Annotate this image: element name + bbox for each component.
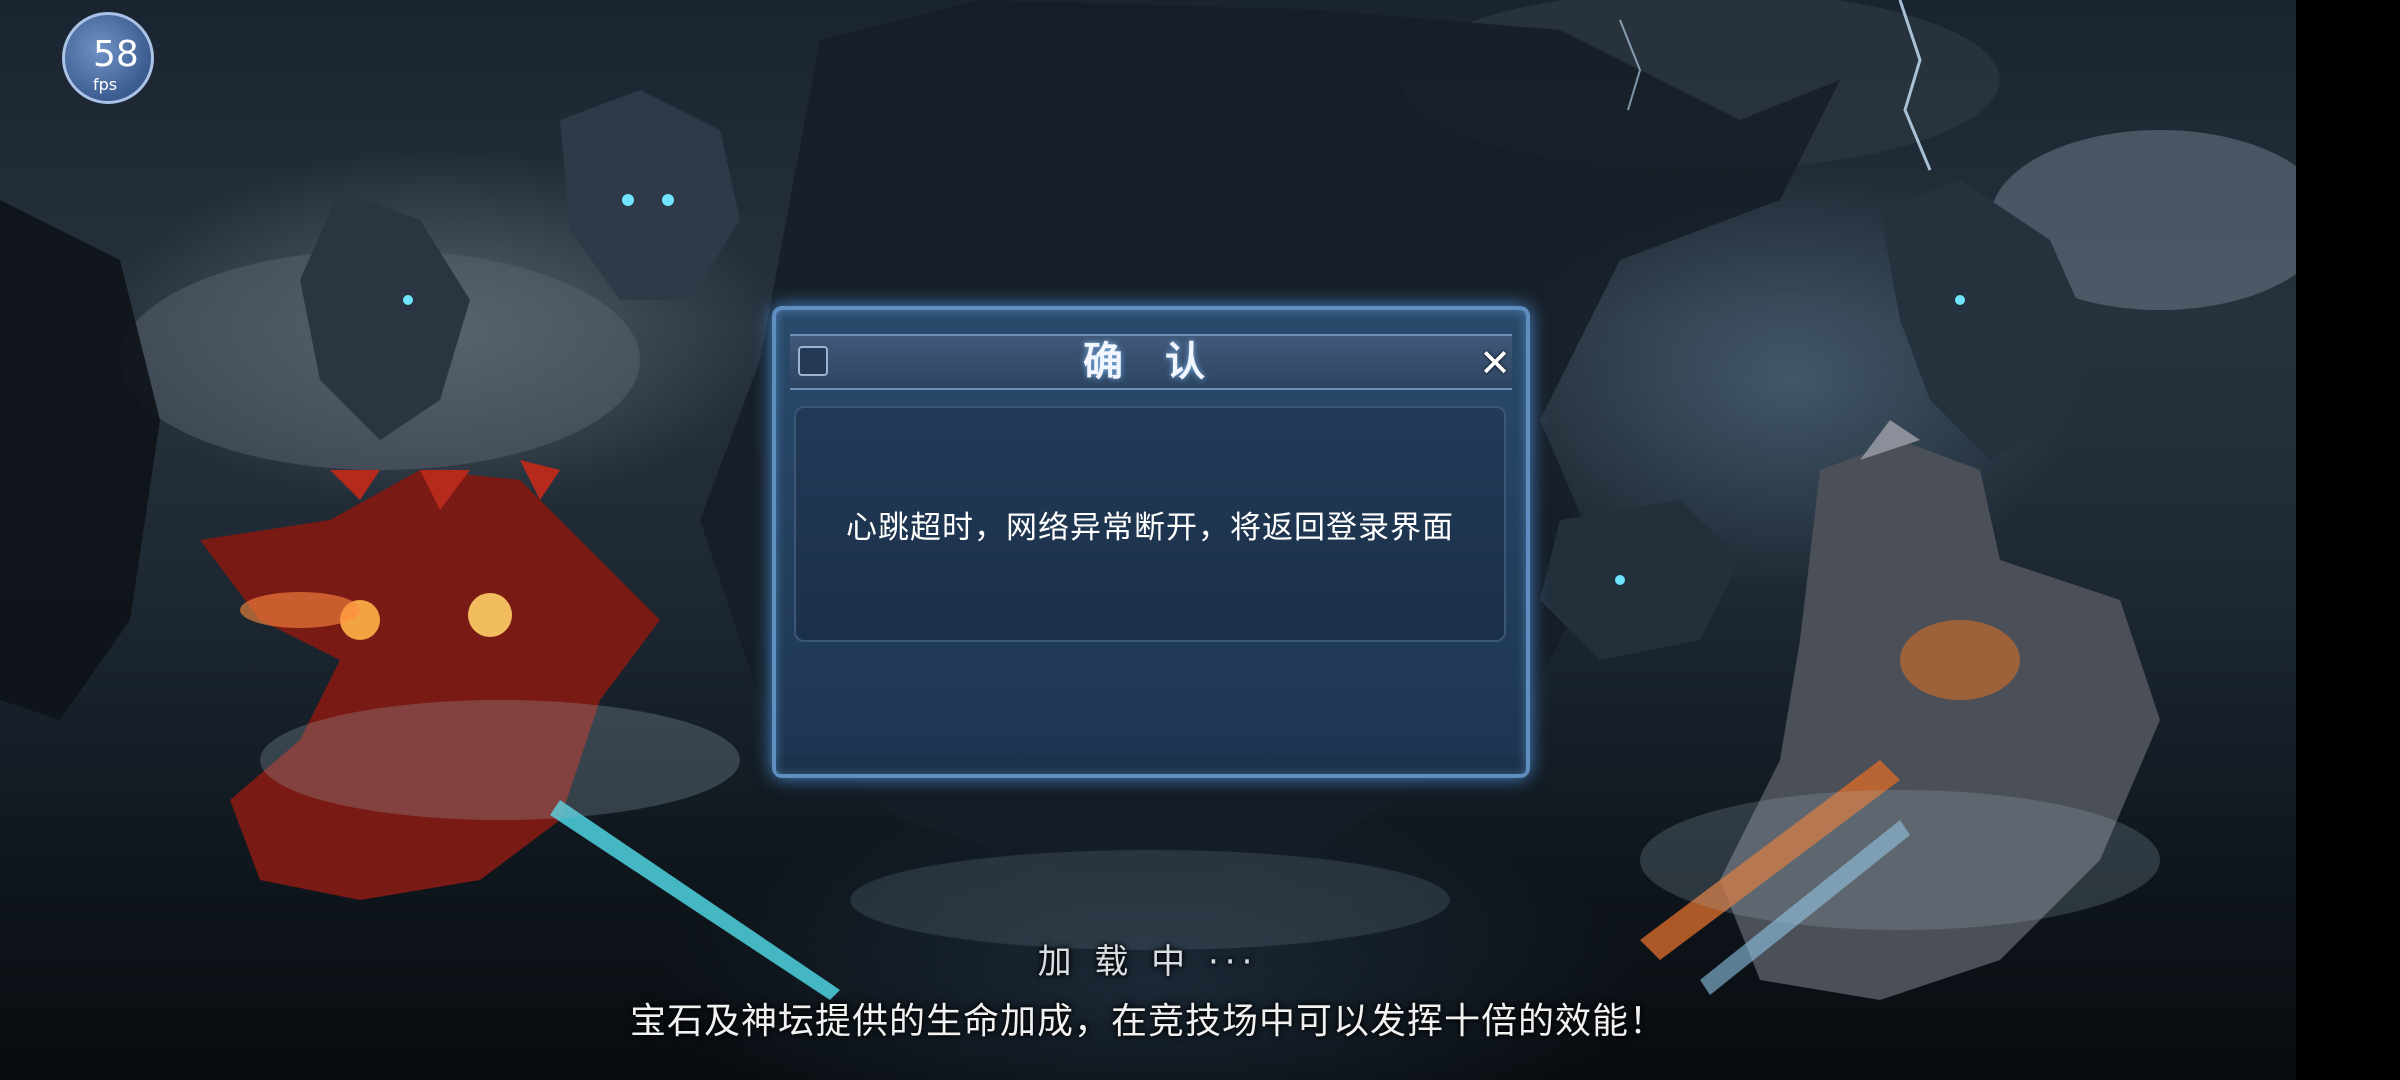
screen-edge-bar (2296, 0, 2400, 1080)
message-panel: 心跳超时，网络异常断开，将返回登录界面 (794, 406, 1506, 642)
close-button[interactable]: ✕ (1478, 344, 1512, 382)
confirm-dialog: 确 认 ✕ 心跳超时，网络异常断开，将返回登录界面 (772, 306, 1530, 778)
fps-unit: fps (93, 75, 118, 94)
loading-tip: 宝石及神坛提供的生命加成，在竞技场中可以发挥十倍的效能！ (629, 1001, 1666, 1042)
dialog-footer (776, 750, 1526, 774)
dialog-title: 确 认 (1083, 339, 1219, 385)
dialog-message: 心跳超时，网络异常断开，将返回登录界面 (846, 509, 1454, 546)
fps-value: 58 (93, 34, 139, 75)
dialog-header: 确 认 ✕ (790, 334, 1512, 390)
fps-counter-badge[interactable]: 58 fps (62, 12, 154, 104)
loading-label: 加 载 中 ··· (1037, 942, 1259, 982)
